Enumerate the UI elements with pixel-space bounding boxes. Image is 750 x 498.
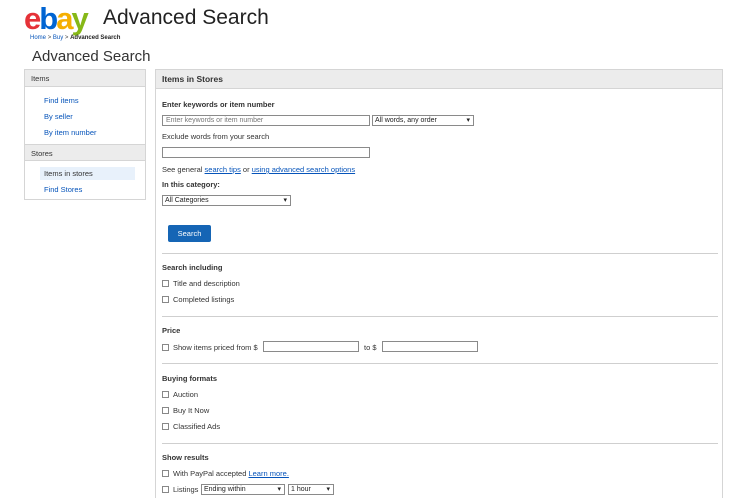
listings-value: Ending within xyxy=(204,486,246,493)
keyword-mode-select[interactable]: All words, any order ▾ xyxy=(372,115,474,126)
learn-more-link[interactable]: Learn more. xyxy=(248,469,288,478)
sidebar-item-by-seller[interactable]: By seller xyxy=(44,112,73,121)
sidebar: Items Find items By seller By item numbe… xyxy=(24,69,146,200)
keywords-input[interactable]: Enter keywords or item number xyxy=(162,115,370,126)
price-from-label: Show items priced from $ xyxy=(173,343,258,352)
title-description-label: Title and description xyxy=(173,279,240,288)
completed-listings-label: Completed listings xyxy=(173,295,235,304)
breadcrumb-separator: > xyxy=(47,35,52,41)
page-title: Advanced Search xyxy=(32,48,151,65)
checkbox-auction[interactable] xyxy=(162,391,169,398)
divider xyxy=(162,363,718,364)
chevron-down-icon: ▾ xyxy=(466,117,470,124)
main-panel: Items in Stores Enter keywords or item n… xyxy=(155,69,723,498)
search-tips-link[interactable]: search tips xyxy=(205,165,241,174)
category-value: All Categories xyxy=(165,197,209,204)
sidebar-item-find-stores[interactable]: Find Stores xyxy=(44,185,82,194)
time-select[interactable]: 1 hour ▾ xyxy=(288,484,334,495)
buying-formats-heading: Buying formats xyxy=(162,374,218,383)
checkbox-price-range[interactable] xyxy=(162,344,169,351)
chevron-down-icon: ▾ xyxy=(277,486,281,493)
checkbox-completed-listings[interactable] xyxy=(162,296,169,303)
checkbox-buy-it-now[interactable] xyxy=(162,407,169,414)
breadcrumb-home[interactable]: Home xyxy=(30,35,46,41)
buy-it-now-label: Buy It Now xyxy=(173,406,210,415)
chevron-down-icon: ▾ xyxy=(326,486,330,493)
breadcrumb: Home > Buy > Advanced Search xyxy=(30,35,120,41)
tips-or: or xyxy=(242,165,250,174)
ebay-logo[interactable]: ebay xyxy=(24,2,89,36)
price-min-input[interactable] xyxy=(263,341,359,352)
keyword-mode-value: All words, any order xyxy=(375,117,437,124)
sidebar-heading-items: Items xyxy=(25,70,145,87)
price-heading: Price xyxy=(162,326,181,335)
search-tips-line: See general search tips or using advance… xyxy=(162,165,355,174)
checkbox-paypal[interactable] xyxy=(162,470,169,477)
checkbox-classified-ads[interactable] xyxy=(162,423,169,430)
advanced-options-link[interactable]: using advanced search options xyxy=(252,165,355,174)
exclude-input[interactable] xyxy=(162,147,370,158)
price-max-input[interactable] xyxy=(382,341,478,352)
category-select[interactable]: All Categories ▾ xyxy=(162,195,291,206)
listings-select[interactable]: Ending within ▾ xyxy=(201,484,285,495)
divider xyxy=(162,253,718,254)
sidebar-item-by-item-number[interactable]: By item number xyxy=(44,128,97,137)
time-value: 1 hour xyxy=(291,486,311,493)
breadcrumb-current: Advanced Search xyxy=(70,35,121,41)
listings-label: Listings xyxy=(173,485,199,494)
keywords-label: Enter keywords or item number xyxy=(162,100,275,109)
breadcrumb-separator: > xyxy=(64,35,69,41)
paypal-line: With PayPal accepted Learn more. xyxy=(173,469,289,478)
sidebar-item-find-items[interactable]: Find items xyxy=(44,96,79,105)
panel-heading: Items in Stores xyxy=(156,70,722,89)
sidebar-heading-stores: Stores xyxy=(25,144,145,161)
category-label: In this category: xyxy=(162,180,220,189)
checkbox-title-description[interactable] xyxy=(162,280,169,287)
show-results-heading: Show results xyxy=(162,453,209,462)
auction-label: Auction xyxy=(173,390,199,399)
paypal-label: With PayPal accepted xyxy=(173,469,247,478)
divider xyxy=(162,443,718,444)
sidebar-item-items-in-stores[interactable]: Items in stores xyxy=(44,169,93,178)
price-to-label: to $ xyxy=(364,343,377,352)
checkbox-listings[interactable] xyxy=(162,486,169,493)
breadcrumb-buy[interactable]: Buy xyxy=(53,35,63,41)
exclude-label: Exclude words from your search xyxy=(162,132,270,141)
header-title: Advanced Search xyxy=(103,6,269,29)
classified-ads-label: Classified Ads xyxy=(173,422,221,431)
search-including-heading: Search including xyxy=(162,263,223,272)
tips-prefix: See general xyxy=(162,165,203,174)
chevron-down-icon: ▾ xyxy=(283,197,287,204)
search-button[interactable]: Search xyxy=(168,225,211,242)
divider xyxy=(162,316,718,317)
